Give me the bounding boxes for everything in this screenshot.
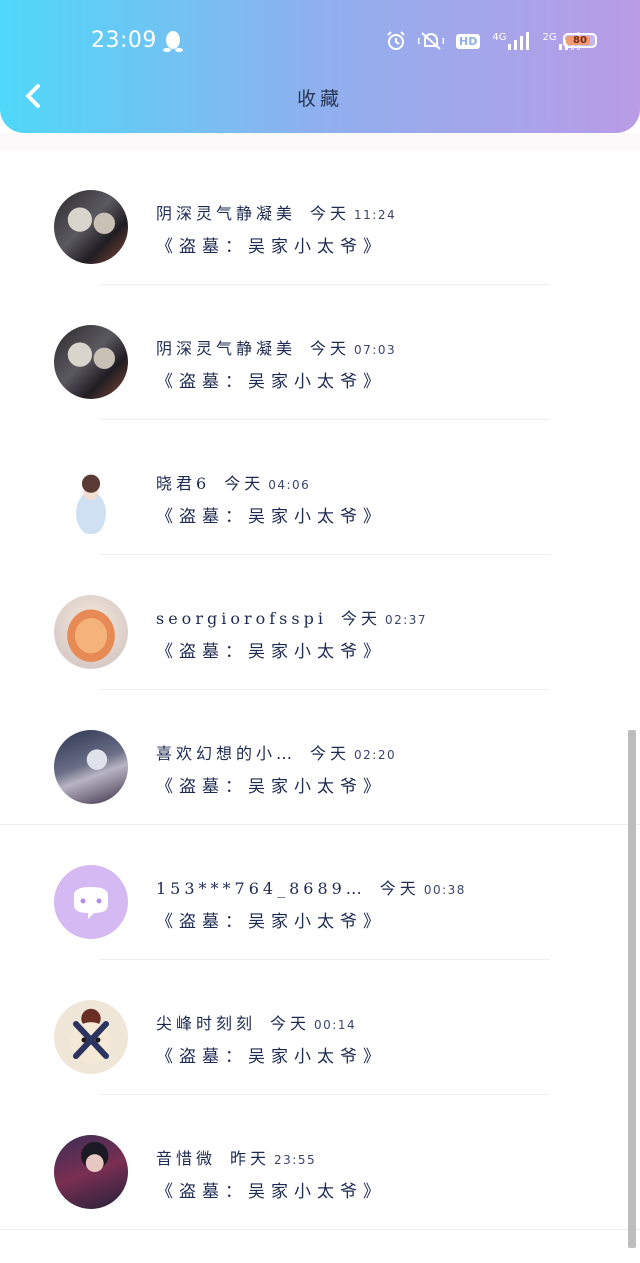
avatar[interactable] [54, 460, 128, 534]
date-label: 今天 [340, 609, 381, 628]
alarm-icon [387, 31, 405, 50]
qq-penguin-icon [163, 31, 183, 52]
time-label: 02:37 [384, 613, 428, 627]
user-name: 音惜微 [156, 1149, 217, 1168]
avatar[interactable] [54, 325, 128, 399]
date-label: 今天 [310, 339, 351, 358]
list-item[interactable]: 阴深灵气静凝美 今天 11:24 《盗墓：吴家小太爷》 [0, 150, 640, 285]
book-title: 《盗墓：吴家小太爷》 [156, 1182, 386, 1202]
status-time: 23:09 [91, 28, 157, 53]
default-avatar-chat-icon [74, 887, 108, 919]
time-label: 23:55 [274, 1153, 317, 1167]
battery-indicator: 80 [563, 33, 597, 48]
time-label: 07:03 [354, 343, 397, 357]
user-name: 阴深灵气静凝美 [156, 339, 297, 358]
signal-bars-icon [508, 32, 530, 50]
date-label: 今天 [224, 474, 265, 493]
user-name: 153***764_8689… [156, 879, 366, 898]
app-header: 23:09 HD 4G 2G 80 收藏 [0, 0, 640, 133]
book-title: 《盗墓：吴家小太爷》 [156, 912, 386, 932]
user-name: 尖峰时刻刻 [156, 1014, 257, 1033]
mute-bell-icon [418, 32, 444, 50]
book-title: 《盗墓：吴家小太爷》 [156, 777, 386, 797]
status-icons: HD 4G 2G [386, 29, 581, 53]
page-title: 收藏 [296, 88, 343, 110]
user-name: 晓君6 [156, 474, 211, 493]
book-title: 《盗墓：吴家小太爷》 [156, 1047, 386, 1067]
time-label: 00:14 [314, 1018, 357, 1032]
avatar[interactable] [54, 595, 128, 669]
list-item[interactable]: 阴深灵气静凝美 今天 07:03 《盗墓：吴家小太爷》 [0, 285, 640, 420]
list-item[interactable]: 尖峰时刻刻 今天 00:14 《盗墓：吴家小太爷》 [0, 960, 640, 1095]
book-title: 《盗墓：吴家小太爷》 [156, 237, 386, 257]
favorites-list: 阴深灵气静凝美 今天 11:24 《盗墓：吴家小太爷》 阴深灵气静凝美 今天 07:03… [0, 150, 640, 1230]
user-name: seorgiorofsspi [156, 609, 327, 628]
user-name: 喜欢幻想的小… [156, 744, 297, 763]
time-label: 02:20 [354, 748, 397, 762]
book-title: 《盗墓：吴家小太爷》 [156, 642, 386, 662]
date-label: 今天 [379, 879, 420, 898]
header-gap [0, 133, 640, 150]
date-label: 昨天 [230, 1149, 271, 1168]
time-label: 04:06 [268, 478, 311, 492]
list-item[interactable]: 晓君6 今天 04:06 《盗墓：吴家小太爷》 [0, 420, 640, 555]
signal-4g: 4G [492, 32, 530, 50]
avatar[interactable] [54, 730, 128, 804]
divider [0, 1229, 640, 1230]
user-name: 阴深灵气静凝美 [156, 204, 297, 223]
book-title: 《盗墓：吴家小太爷》 [156, 507, 386, 527]
avatar[interactable] [54, 190, 128, 264]
date-label: 今天 [310, 744, 351, 763]
list-item[interactable]: 音惜微 昨天 23:55 《盗墓：吴家小太爷》 [0, 1095, 640, 1230]
time-label: 11:24 [354, 208, 397, 222]
list-item[interactable]: 喜欢幻想的小… 今天 02:20 《盗墓：吴家小太爷》 [0, 690, 640, 825]
avatar[interactable] [54, 1135, 128, 1209]
time-label: 00:38 [423, 883, 466, 897]
status-bar: 23:09 HD 4G 2G 80 [0, 0, 640, 80]
date-label: 今天 [310, 204, 351, 223]
list-item[interactable]: seorgiorofsspi 今天 02:37 《盗墓：吴家小太爷》 [0, 555, 640, 690]
crossed-swords-icon [73, 1021, 109, 1059]
book-title: 《盗墓：吴家小太爷》 [156, 372, 386, 392]
avatar[interactable] [54, 865, 128, 939]
list-item[interactable]: 153***764_8689… 今天 00:38 《盗墓：吴家小太爷》 [0, 825, 640, 960]
date-label: 今天 [270, 1014, 311, 1033]
avatar[interactable] [54, 1000, 128, 1074]
hd-badge: HD [456, 33, 481, 49]
scrollbar[interactable] [628, 730, 636, 1248]
